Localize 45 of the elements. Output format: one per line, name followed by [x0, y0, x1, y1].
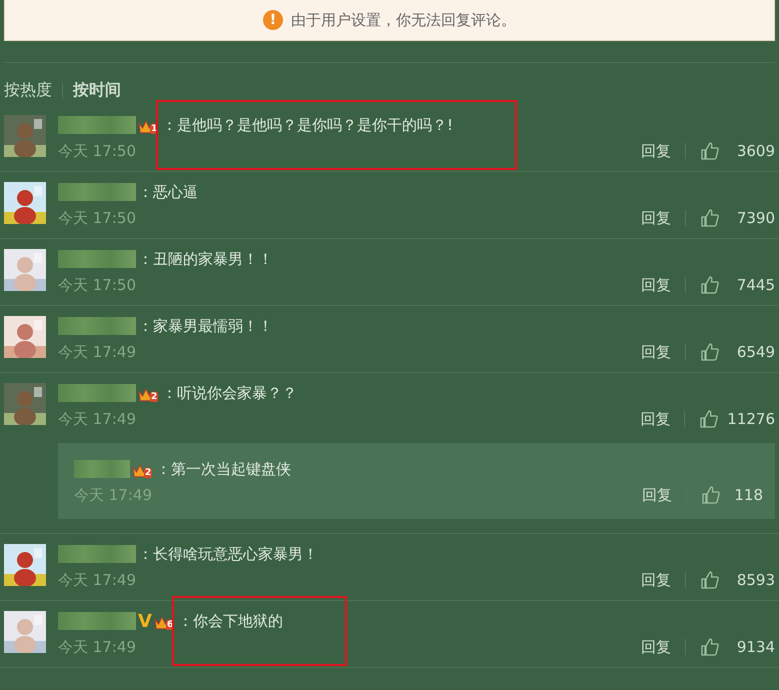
reply-link[interactable]: 回复	[641, 638, 671, 656]
thumbs-up-icon[interactable]	[701, 485, 721, 505]
reply-link[interactable]: 回复	[641, 276, 671, 294]
thumbs-up-icon[interactable]	[699, 409, 720, 429]
comment-text: ：你会下地狱的	[178, 612, 283, 630]
reply-link[interactable]: 回复	[641, 570, 671, 590]
reply-link[interactable]: 回复	[640, 410, 670, 428]
comment-text: ：听说你会家暴？？	[162, 384, 297, 402]
thumbs-up-icon[interactable]	[700, 342, 720, 362]
like-count: 3609	[736, 142, 775, 160]
warning-icon: !	[263, 10, 283, 30]
like-count: 9134	[736, 638, 775, 656]
thumbs-up-icon[interactable]	[700, 637, 720, 657]
like-count: 118	[733, 486, 763, 504]
comment-text: ：是他吗？是他吗？是你吗？是你干的吗？!	[162, 116, 454, 134]
like-count: 6549	[736, 343, 775, 361]
notice-text: 由于用户设置，你无法回复评论。	[291, 10, 516, 30]
verified-mark: V	[138, 610, 152, 632]
comment-text: ：家暴男最懦弱！！	[138, 316, 273, 334]
reply-link[interactable]: 回复	[641, 208, 671, 228]
sort-tab[interactable]: 按热度	[4, 80, 52, 101]
timestamp: 今天 17:50	[58, 276, 136, 294]
thumbs-up-icon[interactable]	[700, 141, 720, 161]
timestamp: 今天 17:49	[58, 638, 136, 656]
timestamp: 今天 17:49	[58, 410, 136, 428]
reply-link[interactable]: 回复	[642, 486, 672, 504]
comment-text: ：丑陋的家暴男！！	[138, 250, 273, 268]
comment-text: ：恶心逼	[138, 182, 198, 200]
like-count: 7390	[736, 209, 775, 227]
like-count: 8593	[736, 571, 775, 589]
timestamp: 今天 17:49	[74, 486, 152, 504]
comment-text: ：第一次当起键盘侠	[156, 460, 291, 478]
like-count: 7445	[736, 276, 775, 294]
timestamp: 今天 17:49	[58, 342, 136, 362]
sort-tab[interactable]: 按时间	[73, 80, 121, 101]
thumbs-up-icon[interactable]	[700, 208, 720, 228]
comment-text: ：长得啥玩意恶心家暴男！	[138, 544, 318, 562]
timestamp: 今天 17:50	[58, 208, 136, 228]
thumbs-up-icon[interactable]	[700, 570, 720, 590]
thumbs-up-icon[interactable]	[700, 275, 720, 295]
reply-link[interactable]: 回复	[641, 342, 671, 362]
timestamp: 今天 17:50	[58, 142, 136, 160]
like-count: 11276	[727, 410, 775, 428]
timestamp: 今天 17:49	[58, 570, 136, 590]
reply-link[interactable]: 回复	[641, 142, 671, 160]
